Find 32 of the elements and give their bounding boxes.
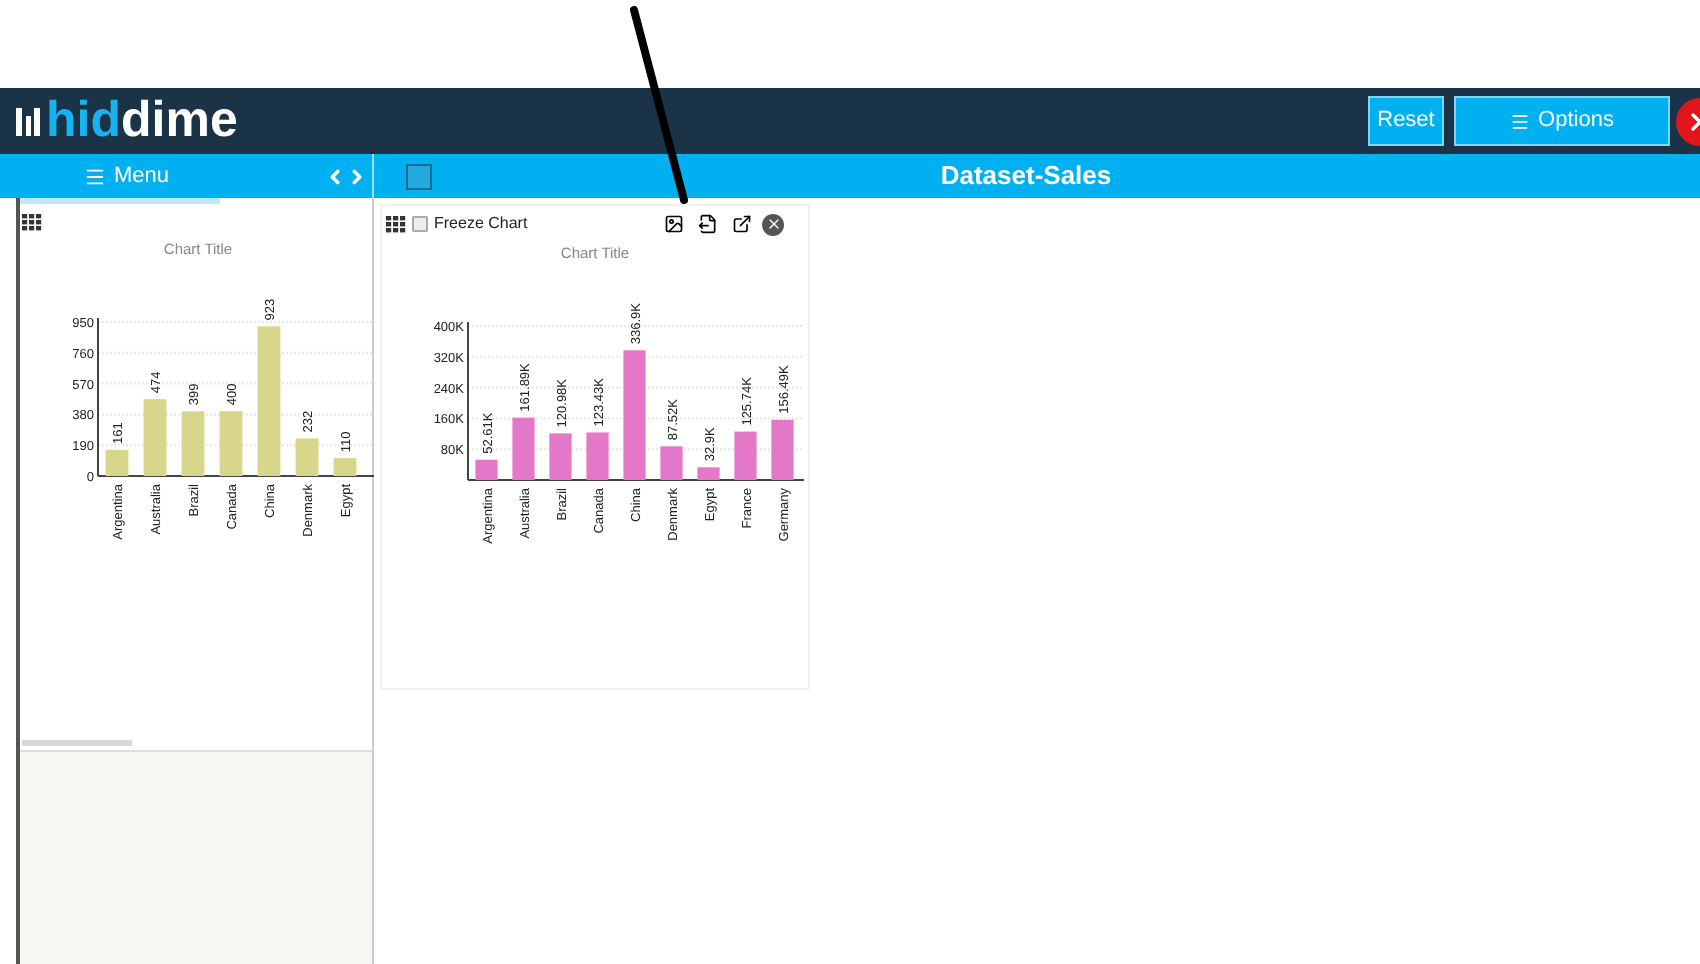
grid-icon[interactable] [386,215,406,233]
menu-icon [84,165,106,187]
bar [105,449,129,476]
freeze-chart-label: Freeze Chart [434,212,528,236]
menu-button[interactable]: Menu [84,159,170,193]
image-icon[interactable] [664,214,684,234]
bar [697,467,720,480]
bar [660,446,683,480]
dataset-title: Dataset-Sales [938,158,1114,195]
bar [181,411,205,476]
options-button[interactable]: Options [1454,96,1670,146]
bar [143,399,167,476]
export-icon[interactable] [698,214,718,234]
grid-icon[interactable] [22,214,42,232]
bar [549,433,572,480]
logo-icon [16,103,40,139]
bar [734,431,757,480]
bar [512,417,535,480]
reset-button[interactable]: Reset [1368,96,1444,146]
external-link-icon[interactable] [732,214,752,234]
bar [475,459,498,480]
bar [295,438,319,476]
bar [771,419,794,480]
bar [623,350,646,480]
bar [586,432,609,480]
bar [219,411,243,476]
freeze-chart-checkbox[interactable] [412,216,428,232]
scrollbar[interactable] [22,740,132,746]
menu-icon [1510,111,1531,131]
close-icon[interactable] [762,213,784,235]
logo-text: hiddime [46,96,238,146]
bar [333,458,357,476]
